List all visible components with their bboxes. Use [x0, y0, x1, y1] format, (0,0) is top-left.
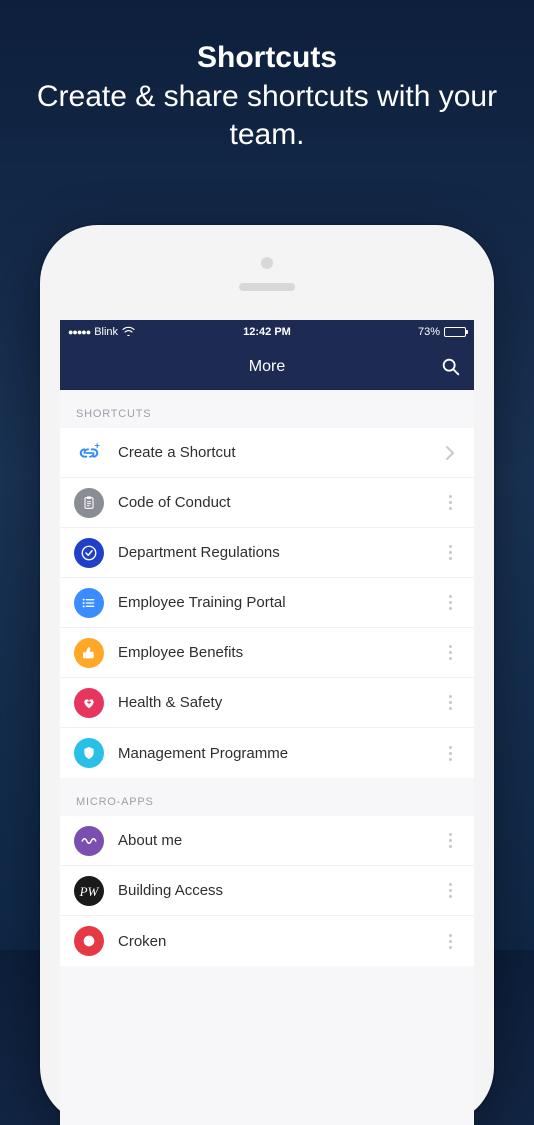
more-options-button[interactable] — [438, 491, 462, 515]
list-item-label: Building Access — [118, 882, 438, 899]
kebab-icon — [449, 645, 452, 660]
more-options-button[interactable] — [438, 591, 462, 615]
list-item-label: Employee Benefits — [118, 644, 438, 661]
list-item[interactable]: Code of Conduct — [60, 478, 474, 528]
list-item-label: Code of Conduct — [118, 494, 438, 511]
nav-title: More — [249, 358, 285, 376]
section-header-microapps: MICRO-APPS — [60, 778, 474, 816]
thumbs-up-icon — [74, 638, 104, 668]
search-button[interactable] — [440, 356, 462, 378]
promo-banner: Shortcuts Create & share shortcuts with … — [0, 0, 534, 183]
list-item[interactable]: Health & Safety — [60, 678, 474, 728]
more-options-button[interactable] — [438, 741, 462, 765]
screen: ●●●●● Blink 12:42 PM 73% More SHORTCUTS … — [60, 320, 474, 1125]
list-item-label: Create a Shortcut — [118, 444, 438, 461]
pw-icon: PW — [74, 876, 104, 906]
kebab-icon — [449, 883, 452, 898]
microapps-list: About me PW Building Access Croken — [60, 816, 474, 966]
clipboard-icon — [74, 488, 104, 518]
list-item[interactable]: + Create a Shortcut — [60, 428, 474, 478]
kebab-icon — [449, 934, 452, 949]
more-options-button[interactable] — [438, 691, 462, 715]
list-item[interactable]: Croken — [60, 916, 474, 966]
wifi-icon — [122, 326, 135, 339]
battery-icon — [444, 327, 466, 337]
svg-text:+: + — [95, 442, 100, 450]
list-item-label: About me — [118, 832, 438, 849]
list-item[interactable]: Employee Training Portal — [60, 578, 474, 628]
list-item-label: Employee Training Portal — [118, 594, 438, 611]
section-header-shortcuts: SHORTCUTS — [60, 390, 474, 428]
heart-plus-icon — [74, 688, 104, 718]
list-item[interactable]: Department Regulations — [60, 528, 474, 578]
carrier-label: Blink — [94, 326, 118, 338]
list-item[interactable]: About me — [60, 816, 474, 866]
list-item[interactable]: PW Building Access — [60, 866, 474, 916]
kebab-icon — [449, 746, 452, 761]
check-circle-icon — [74, 538, 104, 568]
more-options-button[interactable] — [438, 641, 462, 665]
status-time: 12:42 PM — [243, 326, 291, 338]
shortcuts-list: + Create a Shortcut Code of Conduct Departm… — [60, 428, 474, 778]
list-item-label: Croken — [118, 933, 438, 950]
more-options-button[interactable] — [438, 879, 462, 903]
generic-icon — [74, 926, 104, 956]
signal-dots-icon: ●●●●● — [68, 327, 90, 337]
kebab-icon — [449, 495, 452, 510]
promo-title: Shortcuts — [30, 40, 504, 76]
list-item-label: Management Programme — [118, 745, 438, 762]
list-item[interactable]: Management Programme — [60, 728, 474, 778]
list-icon — [74, 588, 104, 618]
status-left: ●●●●● Blink — [68, 326, 243, 339]
shield-icon — [74, 738, 104, 768]
kebab-icon — [449, 833, 452, 848]
promo-subtitle: Create & share shortcuts with your team. — [30, 78, 504, 153]
kebab-icon — [449, 695, 452, 710]
search-icon — [440, 356, 462, 378]
nav-bar: More — [60, 344, 474, 390]
more-options-button[interactable] — [438, 929, 462, 953]
battery-percent-label: 73% — [418, 326, 440, 338]
phone-frame: ●●●●● Blink 12:42 PM 73% More SHORTCUTS … — [40, 225, 494, 1125]
more-options-button[interactable] — [438, 829, 462, 853]
kebab-icon — [449, 595, 452, 610]
status-right: 73% — [291, 326, 466, 338]
wave-icon — [74, 826, 104, 856]
status-bar: ●●●●● Blink 12:42 PM 73% — [60, 320, 474, 344]
svg-text:PW: PW — [79, 884, 100, 899]
list-item-label: Department Regulations — [118, 544, 438, 561]
chevron-right-icon — [438, 441, 462, 465]
more-options-button[interactable] — [438, 541, 462, 565]
list-item-label: Health & Safety — [118, 694, 438, 711]
link-plus-icon: + — [74, 438, 104, 468]
kebab-icon — [449, 545, 452, 560]
list-item[interactable]: Employee Benefits — [60, 628, 474, 678]
